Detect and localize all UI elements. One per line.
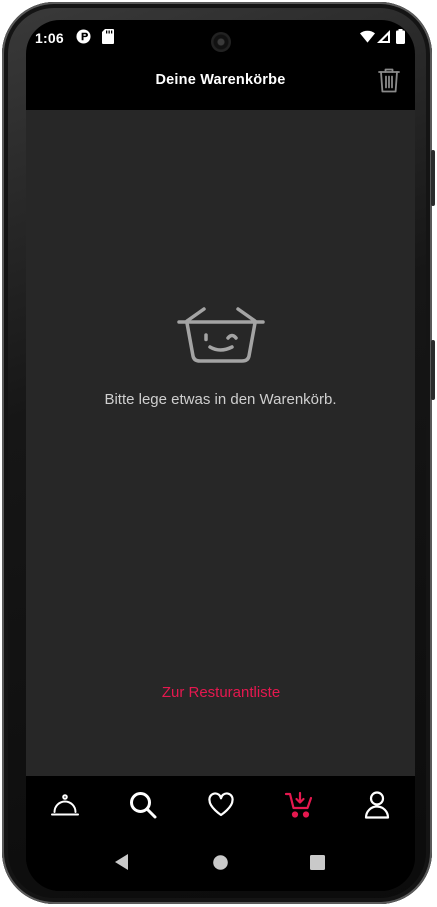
wifi-icon (360, 30, 375, 48)
home-icon[interactable] (213, 855, 228, 875)
restaurant-list-link[interactable]: Zur Resturantliste (126, 684, 316, 701)
status-time: 1:06 (35, 30, 64, 46)
volume-button (431, 340, 435, 400)
recents-icon[interactable] (310, 855, 325, 875)
nav-restaurants[interactable] (47, 788, 83, 822)
empty-cart-message: Bitte lege etwas in den Warenkörb. (104, 391, 337, 408)
user-icon (364, 791, 390, 819)
cart-content: Bitte lege etwas in den Warenkörb. Zur R… (26, 110, 415, 776)
front-camera (211, 32, 231, 52)
search-icon (130, 792, 157, 819)
screen: 1:06 Deine Warenkörbe Bitte lege etwas i… (26, 20, 415, 891)
app-bar: Deine Warenkörbe (26, 54, 415, 110)
cart-icon (284, 791, 313, 818)
nav-search[interactable] (125, 788, 161, 822)
cloche-icon (51, 794, 79, 816)
nav-favorites[interactable] (203, 788, 239, 822)
sd-card-icon (102, 29, 114, 49)
bottom-navigation (26, 776, 415, 836)
back-icon[interactable] (115, 854, 129, 875)
page-title: Deine Warenkörbe (155, 72, 286, 88)
phone-frame: 1:06 Deine Warenkörbe Bitte lege etwas i… (2, 2, 435, 904)
winking-basket-icon (176, 306, 266, 370)
status-bar: 1:06 (26, 20, 415, 54)
battery-icon (396, 29, 405, 49)
nav-cart[interactable] (281, 788, 317, 822)
signal-icon (377, 30, 390, 48)
power-button (431, 150, 435, 206)
heart-icon (208, 792, 234, 817)
nav-profile[interactable] (359, 788, 395, 822)
system-navigation (26, 836, 415, 891)
app-notification-icon (76, 29, 91, 49)
trash-icon[interactable] (376, 66, 402, 94)
